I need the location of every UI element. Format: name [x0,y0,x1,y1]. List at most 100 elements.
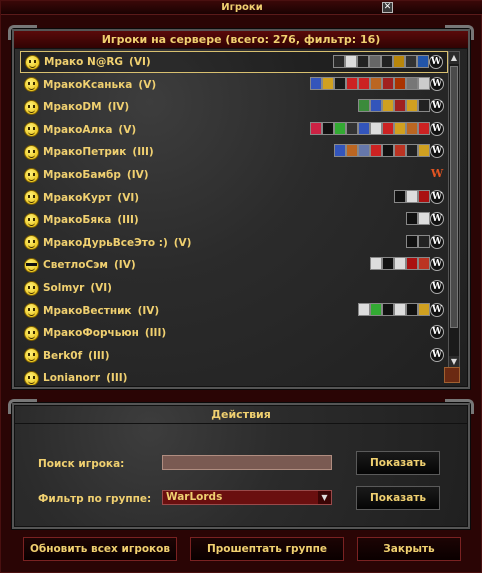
achievement-badge-icon [370,144,382,158]
player-badges: W [310,76,444,91]
group-filter-label: Фильтр по группе: [38,493,152,505]
achievement-badge-icon [418,257,430,271]
player-name: Lonianorr [43,372,101,385]
close-button[interactable]: Закрыть [357,537,461,561]
group-filter-select[interactable]: WarLords ▼ [162,490,332,505]
achievement-badge-icon [418,234,430,248]
achievement-badge-icon [394,99,406,113]
smiley-icon [24,303,39,319]
player-row[interactable]: СветлоСэм (IV) W [20,254,448,276]
achievement-badge-icon [418,121,430,135]
achievement-badge-icon [406,302,418,316]
player-row[interactable]: МракоКсанька (V) W [20,74,448,96]
smiley-icon [24,325,39,341]
player-level: (IV) [126,169,149,181]
player-badges: W [430,280,444,294]
player-level: (VI) [90,282,112,294]
player-name: СветлоСэм [43,259,108,272]
player-row[interactable]: Solmyr (VI) W [20,277,448,299]
achievement-badge-icon [382,76,394,90]
warlords-emblem-icon: W [430,325,444,340]
whisper-group-button[interactable]: Прошептать группе [190,537,344,561]
player-badges: W [334,144,444,159]
player-name: МракоВестник [43,304,132,317]
achievement-badge-icon [334,144,346,158]
achievement-badge-icon [405,55,417,68]
title-bar: Игроки ✕ [1,1,482,15]
warlords-emblem-icon: W [430,99,444,114]
achievement-badge-icon [406,234,418,248]
player-row[interactable]: МракоБамбр (IV) W [20,164,448,186]
cool-smiley-icon [24,257,39,273]
search-show-button[interactable]: Показать [356,451,440,475]
achievement-badge-icon [358,99,370,113]
player-list-scrollbar[interactable]: ▲ ▼ [448,51,460,369]
achievement-badge-icon [406,212,418,226]
resize-corner-icon[interactable] [444,367,460,383]
player-row[interactable]: МракоDM (IV) W [20,96,448,118]
player-level: (III) [88,349,110,362]
achievement-badge-icon [370,99,382,113]
achievement-badge-icon [382,121,394,135]
player-name: МракоКсанька [43,78,133,91]
achievement-badge-icon [310,76,322,90]
player-name: МракоФорчьюн [43,327,139,340]
player-badges: W [310,121,444,136]
achievement-badge-icon [370,121,382,135]
warlords-emblem-icon: W [430,76,444,91]
achievement-badge-icon [382,99,394,113]
players-window: Игроки ✕ Игроки на сервере (всего: 276, … [0,0,482,573]
achievement-badge-icon [418,99,430,113]
player-row[interactable]: МракоПетрик (III) W [20,141,448,163]
player-list: Мрако N@RG (VI) W МракоКсанька (V) W МракоDM (I… [20,51,448,385]
player-badges: W [370,257,444,272]
achievement-badge-icon [394,189,406,203]
player-badges: W [406,212,444,227]
filter-show-button[interactable]: Показать [356,486,440,510]
player-badges: W [406,234,444,249]
player-level: (IV) [113,259,136,272]
achievement-badge-icon [406,189,418,203]
chevron-down-icon[interactable]: ▼ [318,491,331,504]
player-name: МракоDM [43,101,102,114]
player-row[interactable]: МракоДурьВсеЭто :) (V) W [20,232,448,254]
player-row[interactable]: МракоФорчьюн (III) W [20,322,448,344]
player-row[interactable]: МракоБяка (III) W [20,209,448,231]
player-level: (V) [138,78,157,91]
player-badges: W [358,302,444,317]
smiley-icon [24,77,39,93]
player-row[interactable]: Мрако N@RG (VI) W [20,51,448,73]
player-row[interactable]: МракоКурт (VI) W [20,187,448,209]
warlords-emblem-icon: W [430,280,444,294]
actions-header: Действия [211,408,271,421]
smiley-icon [24,370,39,385]
refresh-all-players-button[interactable]: Обновить всех игроков [23,537,177,561]
close-window-button[interactable]: ✕ [382,2,393,13]
player-row[interactable]: Lonianorr (III) [20,367,448,385]
player-badges: W [430,325,444,340]
achievement-badge-icon [322,76,334,90]
achievement-badge-icon [394,121,406,135]
window-title: Игроки [221,2,263,13]
player-row[interactable]: Berk0f (III) W [20,345,448,367]
player-badges: W [430,167,444,181]
achievement-badge-icon [358,76,370,90]
scroll-thumb[interactable] [450,66,458,328]
player-name: МракоАлка [43,123,113,136]
player-row[interactable]: МракоВестник (IV) W [20,300,448,322]
achievement-badge-icon [394,257,406,271]
player-row[interactable]: МракоАлка (V) W [20,119,448,141]
player-level: (IV) [107,101,130,114]
warlords-emblem-icon: W [430,212,444,227]
player-level: (IV) [137,304,160,317]
achievement-badge-icon [358,302,370,316]
smiley-icon [24,167,39,183]
smiley-icon [24,348,39,364]
achievement-badge-icon [406,99,418,113]
scroll-up-arrow-icon[interactable]: ▲ [449,52,459,64]
group-filter-value: WarLords [166,491,223,503]
achievement-badge-icon [406,76,418,90]
smiley-icon [25,54,40,70]
search-player-input[interactable] [162,455,332,470]
achievement-badge-icon [406,121,418,135]
